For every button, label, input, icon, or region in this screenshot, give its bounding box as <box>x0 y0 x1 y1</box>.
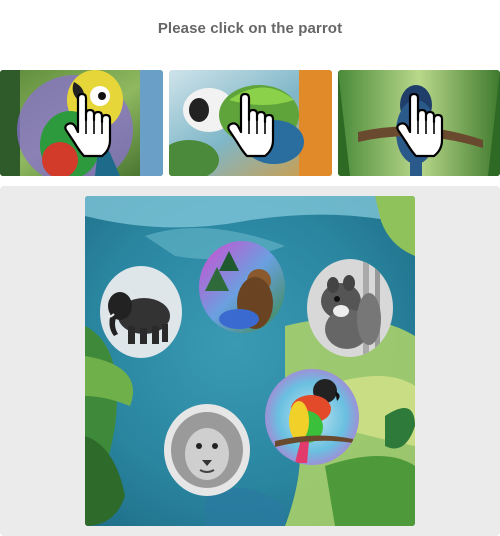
bear-tile[interactable] <box>199 241 285 333</box>
lion-tile[interactable] <box>164 404 250 496</box>
puzzle-scene-image[interactable] <box>85 196 415 526</box>
squirrel-tile[interactable] <box>307 259 393 357</box>
elephant-tile[interactable] <box>100 266 182 358</box>
example-tile-parrot-3 <box>338 70 500 176</box>
pointing-hand-cursor-icon <box>227 92 275 158</box>
parrot-tile[interactable] <box>265 369 359 465</box>
example-images-row <box>0 70 500 176</box>
instruction-text: Please click on the parrot <box>157 20 343 37</box>
example-tile-parrot-1 <box>0 70 163 176</box>
captcha-page: Please click on the parrot <box>0 0 500 536</box>
pointing-hand-cursor-icon <box>64 92 112 158</box>
puzzle-panel <box>0 186 500 536</box>
pointing-hand-cursor-icon <box>396 92 444 158</box>
example-tile-parrot-2 <box>169 70 332 176</box>
